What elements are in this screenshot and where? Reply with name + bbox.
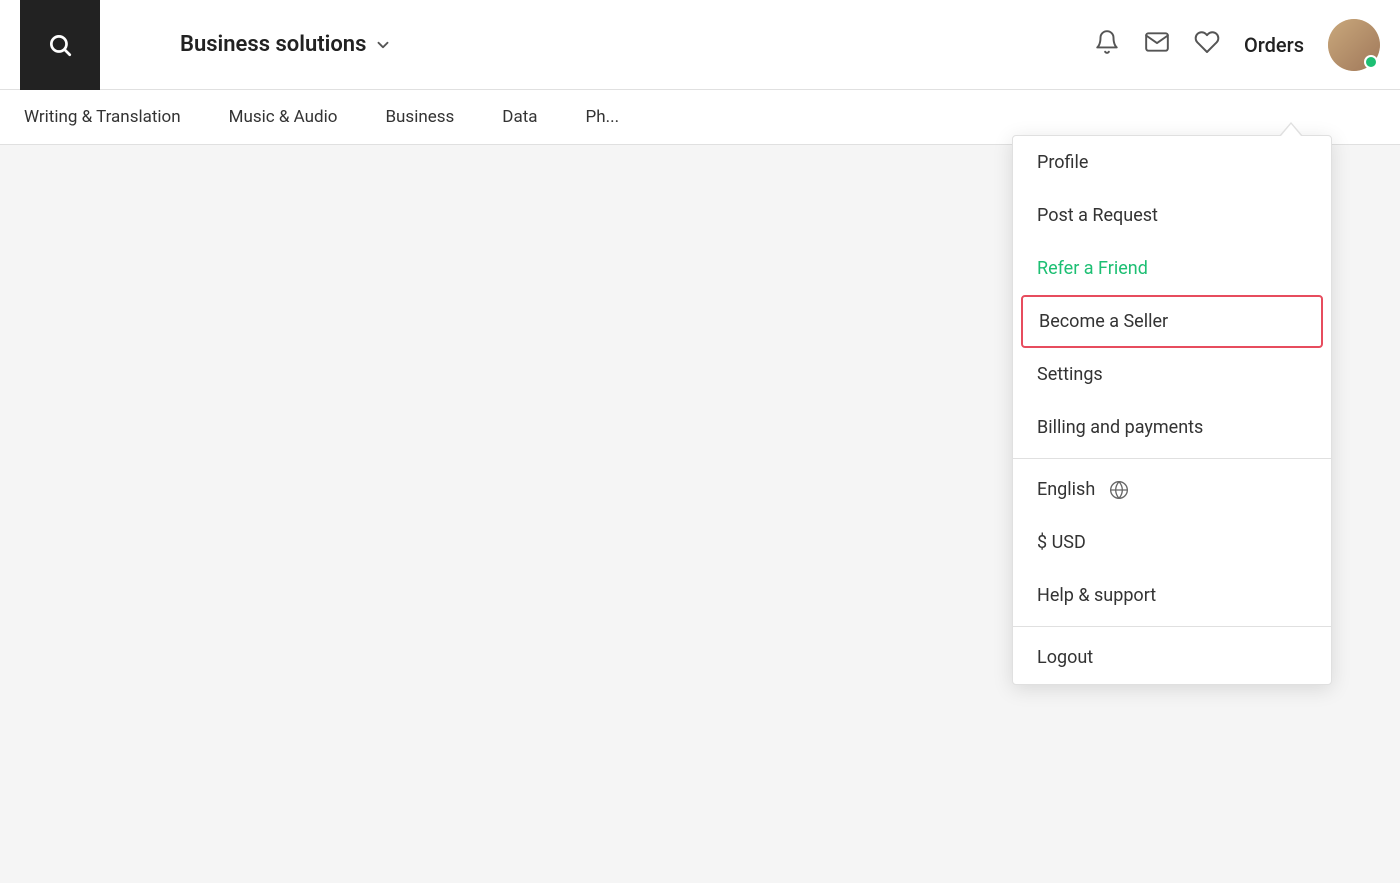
user-avatar-button[interactable] — [1328, 19, 1380, 71]
header: Business solutions Orders — [0, 0, 1400, 90]
dropdown-item-settings[interactable]: Settings — [1013, 348, 1331, 401]
dropdown-item-profile[interactable]: Profile — [1013, 136, 1331, 189]
dropdown-item-refer-friend[interactable]: Refer a Friend — [1013, 242, 1331, 295]
online-indicator — [1364, 55, 1378, 69]
business-solutions-button[interactable]: Business solutions — [180, 32, 392, 57]
nav-item-writing-translation[interactable]: Writing & Translation — [20, 107, 185, 127]
business-solutions-label: Business solutions — [180, 32, 366, 57]
main-content: Profile Post a Request Refer a Friend Be… — [0, 145, 1400, 883]
help-label: Help & support — [1037, 585, 1156, 606]
nav-item-business[interactable]: Business — [381, 107, 458, 127]
globe-icon — [1109, 480, 1129, 500]
orders-button[interactable]: Orders — [1244, 33, 1304, 57]
divider-1 — [1013, 458, 1331, 459]
search-icon — [47, 32, 73, 58]
favorites-button[interactable] — [1194, 29, 1220, 61]
mail-icon — [1144, 29, 1170, 55]
messages-button[interactable] — [1144, 29, 1170, 61]
language-label: English — [1037, 479, 1095, 500]
nav-item-music-audio[interactable]: Music & Audio — [225, 107, 342, 127]
become-seller-label: Become a Seller — [1039, 311, 1168, 332]
nav-item-data[interactable]: Data — [498, 107, 541, 127]
dropdown-item-currency[interactable]: $ USD — [1013, 516, 1331, 569]
dropdown-item-become-seller[interactable]: Become a Seller — [1021, 295, 1323, 348]
bell-icon — [1094, 29, 1120, 55]
refer-friend-label: Refer a Friend — [1037, 258, 1148, 279]
header-right: Orders — [1094, 19, 1380, 71]
notifications-button[interactable] — [1094, 29, 1120, 61]
search-button[interactable] — [20, 0, 100, 90]
dropdown-item-help[interactable]: Help & support — [1013, 569, 1331, 622]
profile-label: Profile — [1037, 152, 1088, 173]
settings-label: Settings — [1037, 364, 1103, 385]
user-dropdown-menu: Profile Post a Request Refer a Friend Be… — [1012, 135, 1332, 685]
dropdown-item-billing[interactable]: Billing and payments — [1013, 401, 1331, 454]
dropdown-item-language[interactable]: English — [1013, 463, 1331, 516]
heart-icon — [1194, 29, 1220, 55]
dropdown-item-logout[interactable]: Logout — [1013, 631, 1331, 684]
chevron-down-icon — [374, 36, 392, 54]
divider-2 — [1013, 626, 1331, 627]
post-request-label: Post a Request — [1037, 205, 1158, 226]
currency-label: $ USD — [1037, 532, 1086, 553]
dropdown-item-post-request[interactable]: Post a Request — [1013, 189, 1331, 242]
dropdown-caret — [1279, 122, 1303, 136]
billing-label: Billing and payments — [1037, 417, 1203, 438]
nav-item-ph[interactable]: Ph... — [582, 107, 624, 127]
logout-label: Logout — [1037, 647, 1093, 668]
